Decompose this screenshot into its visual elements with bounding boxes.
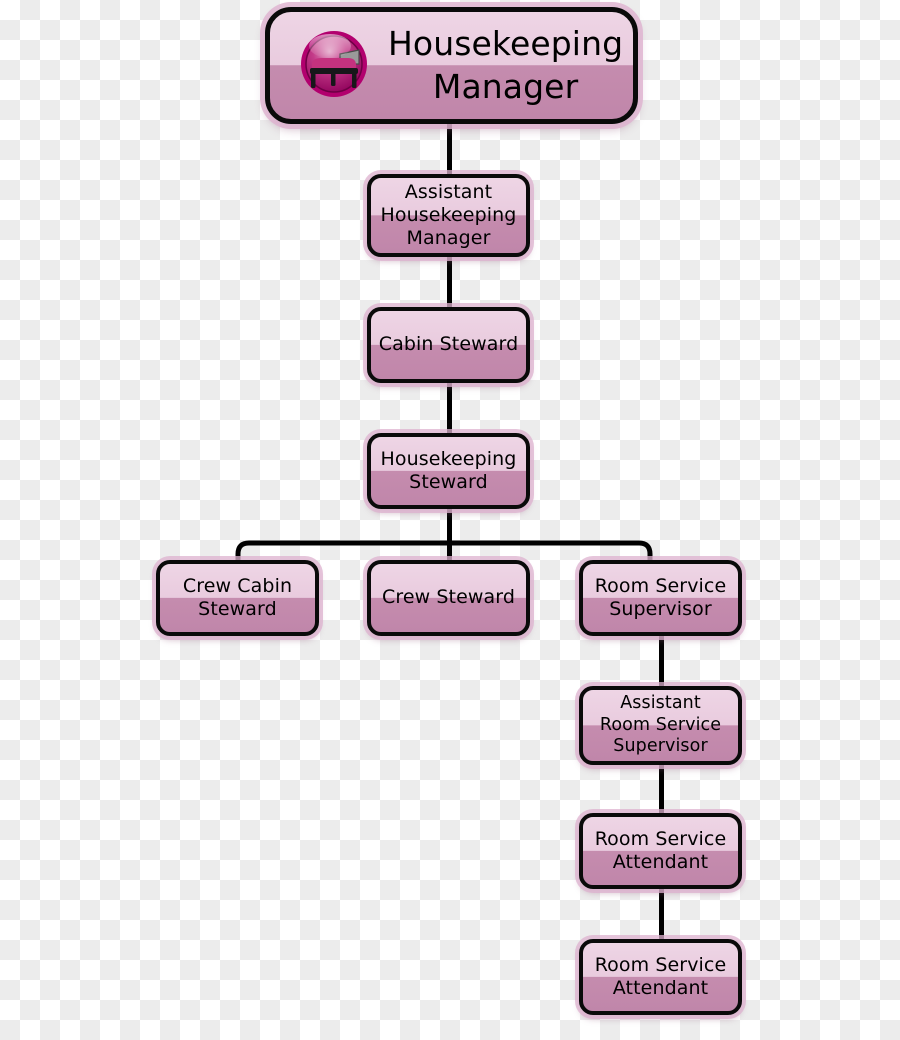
node-room-service-attendant-2[interactable]: Room Service Attendant (579, 939, 742, 1015)
bed-icon (296, 28, 372, 104)
node-cabin-steward[interactable]: Cabin Steward (367, 307, 530, 383)
node-assistant-room-service-supervisor[interactable]: Assistant Room Service Supervisor (579, 686, 742, 765)
node-label: Room Service Attendant (594, 827, 727, 873)
connector-attendant-1-to-attendant-2 (659, 887, 664, 941)
org-chart: Housekeeping Manager Assistant Housekeepin… (0, 0, 900, 1040)
node-label: Room Service Supervisor (594, 574, 727, 620)
node-label: Assistant Room Service Supervisor (599, 693, 722, 757)
node-housekeeping-steward[interactable]: Housekeeping Steward (367, 433, 530, 509)
connector-manager-to-assistant (447, 120, 452, 178)
node-label: Crew Steward (381, 586, 516, 609)
node-room-service-attendant-1[interactable]: Room Service Attendant (579, 813, 742, 889)
node-crew-steward[interactable]: Crew Steward (367, 560, 530, 636)
connector-supervisor-to-assistant-supervisor (659, 634, 664, 688)
node-label: Assistant Housekeeping Manager (380, 180, 517, 250)
connector-assistant-to-cabin-steward (447, 253, 452, 307)
node-label: Housekeeping Manager (388, 24, 624, 106)
node-label: Housekeeping Steward (380, 447, 517, 493)
connector-cabin-steward-to-housekeeping-steward (447, 379, 452, 433)
node-room-service-supervisor[interactable]: Room Service Supervisor (579, 560, 742, 636)
node-assistant-housekeeping-manager[interactable]: Assistant Housekeeping Manager (367, 174, 530, 257)
node-label: Cabin Steward (378, 333, 519, 356)
node-housekeeping-manager[interactable]: Housekeeping Manager (265, 7, 638, 124)
node-label: Crew Cabin Steward (182, 574, 293, 620)
node-label: Room Service Attendant (594, 953, 727, 999)
connector-assistant-supervisor-to-attendant-1 (659, 761, 664, 815)
node-crew-cabin-steward[interactable]: Crew Cabin Steward (156, 560, 319, 636)
